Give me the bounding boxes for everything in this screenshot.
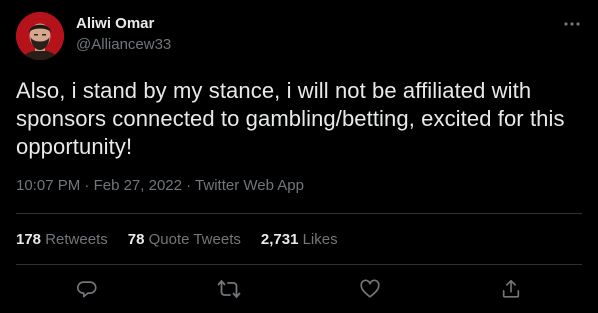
- reply-button[interactable]: [74, 276, 100, 302]
- tweet-metadata: 10:07 PM · Feb 27, 2022 · Twitter Web Ap…: [16, 177, 304, 195]
- retweets-stat[interactable]: 178 Retweets: [16, 231, 108, 249]
- tweet-stats: 178 Retweets 78 Quote Tweets 2,731 Likes: [16, 231, 358, 249]
- author-name[interactable]: Aliwi Omar: [76, 15, 154, 33]
- retweets-count: 178: [16, 231, 42, 248]
- quote-tweets-count: 78: [127, 231, 145, 248]
- retweet-icon: [217, 280, 241, 298]
- share-icon: [502, 279, 520, 298]
- tweet-source[interactable]: Twitter Web App: [195, 177, 304, 194]
- more-icon: [564, 22, 580, 26]
- separator: ·: [186, 177, 192, 194]
- quote-tweets-stat[interactable]: 78 Quote Tweets: [128, 231, 241, 249]
- divider: [16, 264, 582, 265]
- tweet-time[interactable]: 10:07 PM: [16, 177, 80, 194]
- heart-icon: [360, 279, 380, 298]
- share-button[interactable]: [498, 276, 524, 302]
- separator: ·: [84, 177, 90, 194]
- retweets-label: Retweets: [45, 231, 108, 248]
- likes-count: 2,731: [260, 231, 299, 248]
- avatar[interactable]: [16, 12, 64, 60]
- like-button[interactable]: [357, 276, 383, 302]
- retweet-button[interactable]: [216, 276, 242, 302]
- likes-label: Likes: [302, 231, 338, 248]
- more-options-button[interactable]: [560, 14, 584, 34]
- reply-icon: [77, 281, 97, 298]
- divider: [16, 213, 582, 214]
- tweet-date[interactable]: Feb 27, 2022: [94, 177, 182, 194]
- quote-tweets-label: Quote Tweets: [148, 231, 241, 248]
- avatar-image: [16, 12, 64, 60]
- likes-stat[interactable]: 2,731 Likes: [261, 231, 338, 249]
- author-handle[interactable]: @Alliancew33: [76, 36, 171, 54]
- tweet-text: Also, i stand by my stance, i will not b…: [16, 78, 565, 159]
- tweet: Aliwi Omar @Alliancew33 Also, i stand by…: [0, 0, 598, 313]
